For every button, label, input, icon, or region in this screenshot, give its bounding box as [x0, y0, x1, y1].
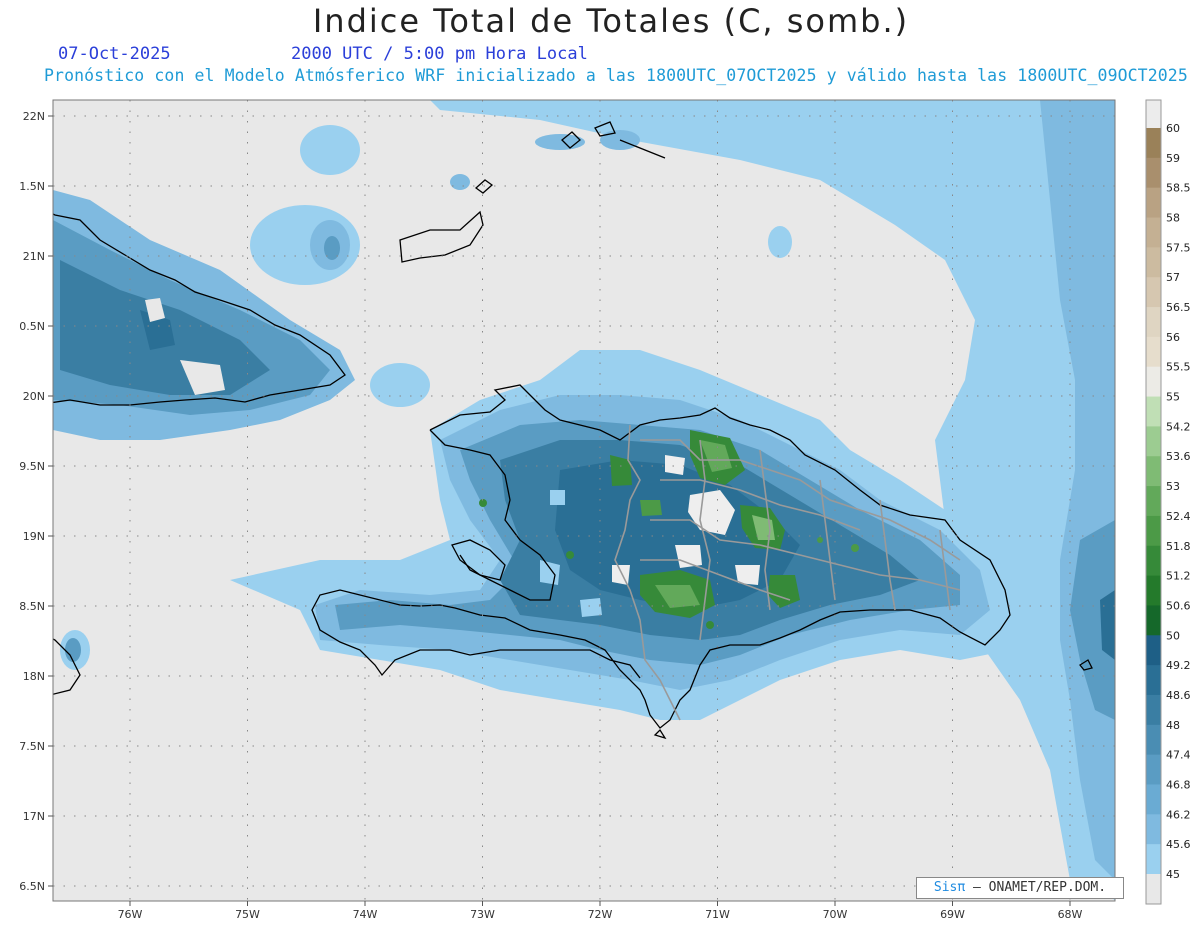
colorbar-label: 53 [1166, 480, 1180, 493]
lon-tick-label: 74W [353, 908, 378, 921]
colorbar-label: 45.6 [1166, 838, 1191, 851]
lat-tick-label: 9.5N [19, 460, 45, 473]
colorbar-swatch [1146, 784, 1161, 815]
colorbar-label: 52.4 [1166, 510, 1191, 523]
colorbar-label: 48 [1166, 719, 1180, 732]
colorbar-label: 57.5 [1166, 241, 1191, 254]
forecast-time: 2000 UTC / 5:00 pm Hora Local [291, 44, 588, 64]
colorbar-swatch [1146, 814, 1161, 845]
colorbar-swatch [1146, 307, 1161, 338]
colorbar-label: 56 [1166, 331, 1180, 344]
colorbar-label: 58 [1166, 212, 1180, 225]
colorbar-swatch [1146, 694, 1161, 726]
colorbar-label: 50.6 [1166, 599, 1191, 612]
lon-tick-label: 71W [705, 908, 730, 921]
colorbar-label: 46.2 [1166, 808, 1191, 821]
sispi-logo-text: Sisπ [933, 880, 966, 895]
colorbar: 60 59 58.5 58 57.5 57 56.5 56 55.5 55 54.2 53.6 53 52… [1145, 99, 1191, 905]
forecast-date: 07-Oct-2025 [58, 44, 171, 64]
colorbar-label: 59 [1166, 152, 1180, 165]
credit-text: – ONAMET/REP.DOM. [973, 880, 1107, 895]
colorbar-label: 55.5 [1166, 361, 1191, 374]
longitude-axis: 76W 75W 74W 73W 72W 71W 70W 69W 68W [118, 901, 1083, 921]
colorbar-swatch [1146, 396, 1161, 427]
colorbar-swatch [1146, 486, 1161, 517]
latitude-axis: 22N 1.5N 21N 0.5N 20N 9.5N 19N 8.5N 18N 7.5N 17N 6.… [19, 110, 53, 893]
lat-tick-label: 20N [23, 390, 45, 403]
colorbar-swatch [1146, 277, 1161, 308]
lon-tick-label: 73W [470, 908, 495, 921]
colorbar-swatch [1146, 844, 1161, 875]
colorbar-swatch [1146, 187, 1161, 219]
colorbar-label: 51.2 [1166, 570, 1191, 583]
colorbar-label: 60 [1166, 122, 1180, 135]
colorbar-swatch [1146, 128, 1161, 159]
colorbar-label: 49.2 [1166, 659, 1191, 672]
lon-tick-label: 75W [235, 908, 260, 921]
credit-box: Sisπ – ONAMET/REP.DOM. [916, 877, 1124, 899]
colorbar-swatch [1146, 217, 1161, 248]
colorbar-swatch [1146, 635, 1161, 666]
colorbar-cap-top [1146, 100, 1161, 128]
colorbar-swatch [1146, 456, 1161, 487]
colorbar-swatch [1146, 247, 1161, 278]
lat-tick-label: 22N [23, 110, 45, 123]
lat-tick-label: 18N [23, 670, 45, 683]
colorbar-swatch [1146, 665, 1161, 696]
map-title: Indice Total de Totales (C, somb.) [312, 2, 910, 40]
colorbar-swatch [1146, 366, 1161, 398]
lat-tick-label: 21N [23, 250, 45, 263]
lat-tick-label: 1.5N [19, 180, 45, 193]
colorbar-label: 54.2 [1166, 420, 1191, 433]
colorbar-label: 58.5 [1166, 182, 1191, 195]
colorbar-label: 55 [1166, 391, 1180, 404]
colorbar-swatch [1146, 157, 1161, 189]
lon-tick-label: 69W [940, 908, 965, 921]
forecast-map: 22N 1.5N 21N 0.5N 20N 9.5N 19N 8.5N 18N 7.5N 17N 6.… [19, 99, 1191, 921]
colorbar-swatch [1146, 724, 1161, 756]
lat-tick-label: 0.5N [19, 320, 45, 333]
colorbar-swatch [1146, 426, 1161, 457]
colorbar-swatch [1146, 575, 1161, 606]
colorbar-label: 50 [1166, 629, 1180, 642]
colorbar-label: 57 [1166, 271, 1180, 284]
colorbar-swatch [1146, 336, 1161, 368]
lon-tick-label: 76W [118, 908, 143, 921]
colorbar-label: 47.4 [1166, 749, 1191, 762]
colorbar-swatch [1146, 515, 1161, 547]
colorbar-label: 51.8 [1166, 540, 1191, 553]
colorbar-swatch [1146, 545, 1161, 577]
colorbar-label: 53.6 [1166, 450, 1191, 463]
colorbar-swatch [1146, 754, 1161, 785]
colorbar-label: 46.8 [1166, 778, 1191, 791]
forecast-description: Pronóstico con el Modelo Atmósferico WRF… [44, 66, 1188, 85]
lon-tick-label: 70W [823, 908, 848, 921]
lat-tick-label: 8.5N [19, 600, 45, 613]
lat-tick-label: 7.5N [19, 740, 45, 753]
lon-tick-label: 72W [588, 908, 613, 921]
lon-tick-label: 68W [1058, 908, 1083, 921]
colorbar-swatch [1146, 605, 1161, 636]
colorbar-label: 45 [1166, 868, 1180, 881]
lat-tick-label: 17N [23, 810, 45, 823]
lat-tick-label: 6.5N [19, 880, 45, 893]
colorbar-label: 48.6 [1166, 689, 1191, 702]
colorbar-label: 56.5 [1166, 301, 1191, 314]
lat-tick-label: 19N [23, 530, 45, 543]
colorbar-cap-bottom [1146, 874, 1161, 904]
